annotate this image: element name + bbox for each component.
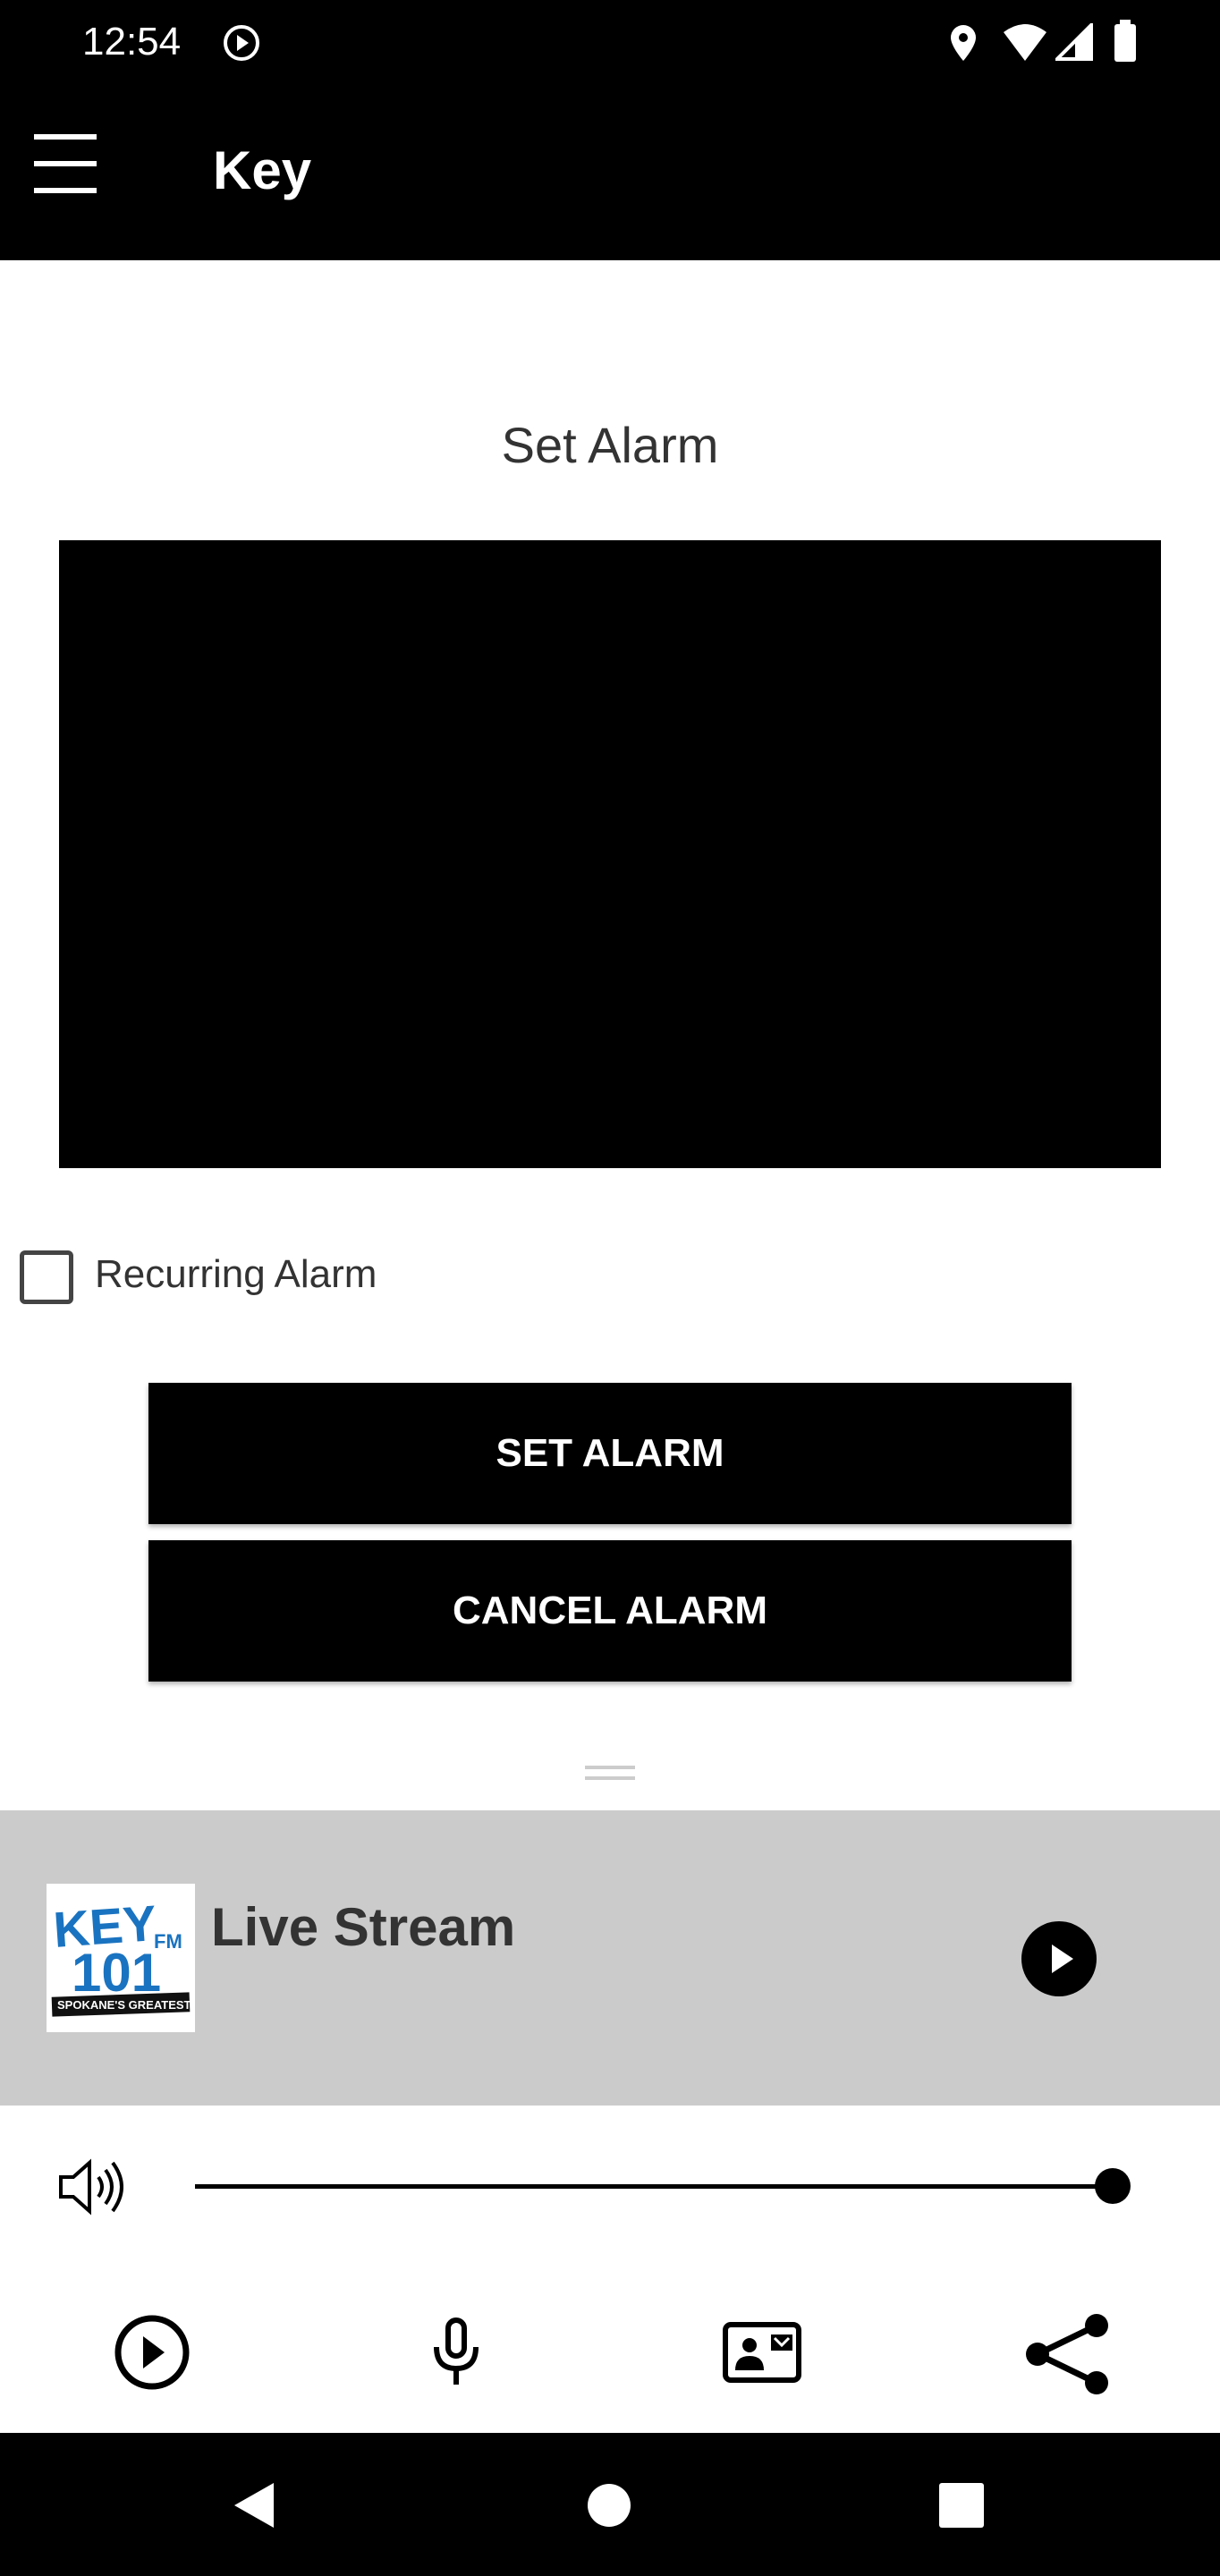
recurring-alarm-label[interactable]: Recurring Alarm bbox=[95, 1252, 377, 1297]
share-icon[interactable] bbox=[1025, 2313, 1109, 2395]
volume-slider-thumb[interactable] bbox=[1095, 2168, 1131, 2204]
recurring-alarm-checkbox[interactable] bbox=[20, 1250, 73, 1304]
drag-handle[interactable] bbox=[585, 1766, 635, 1769]
play-button[interactable] bbox=[1021, 1921, 1097, 1996]
location-icon bbox=[951, 25, 976, 61]
drag-handle-line bbox=[585, 1776, 635, 1780]
status-time: 12:54 bbox=[82, 20, 182, 64]
stream-title: Live Stream bbox=[211, 1897, 516, 1957]
set-alarm-button[interactable]: SET ALARM bbox=[148, 1383, 1072, 1524]
app-title: Key bbox=[213, 140, 312, 200]
signal-icon bbox=[1055, 23, 1093, 61]
contact-card-icon[interactable] bbox=[723, 2322, 801, 2385]
microphone-icon[interactable] bbox=[429, 2317, 483, 2388]
cancel-alarm-button[interactable]: CANCEL ALARM bbox=[148, 1540, 1072, 1682]
recents-icon[interactable] bbox=[939, 2483, 984, 2528]
battery-icon bbox=[1114, 20, 1136, 62]
station-logo: KEY FM 101 SPOKANE'S GREATEST HITS bbox=[47, 1884, 195, 2032]
menu-icon[interactable] bbox=[34, 134, 97, 193]
app-bar: Key bbox=[0, 86, 1220, 260]
volume-slider[interactable] bbox=[195, 2184, 1113, 2189]
alarm-heading: Set Alarm bbox=[501, 417, 719, 473]
home-icon[interactable] bbox=[587, 2483, 631, 2528]
wifi-icon bbox=[1004, 24, 1046, 61]
status-bar: 12:54 bbox=[0, 0, 1220, 86]
volume-icon[interactable] bbox=[55, 2156, 123, 2218]
system-nav-bar bbox=[0, 2433, 1220, 2576]
svg-text:SPOKANE'S GREATEST HITS: SPOKANE'S GREATEST HITS bbox=[57, 1998, 195, 2012]
media-playing-icon bbox=[224, 25, 259, 61]
time-picker[interactable] bbox=[59, 540, 1161, 1168]
back-icon[interactable] bbox=[231, 2481, 277, 2529]
play-icon bbox=[1052, 1945, 1073, 1973]
play-circle-icon[interactable] bbox=[113, 2313, 191, 2392]
